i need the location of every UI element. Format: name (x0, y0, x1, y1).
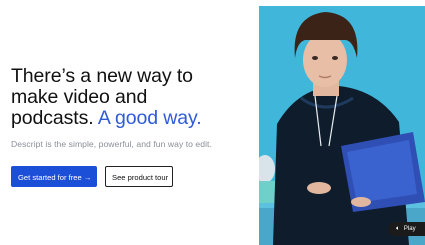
subheadline: Descript is the simple, powerful, and fu… (11, 139, 212, 149)
headline-line-1: There’s a new way to (11, 65, 193, 87)
play-label: Play (403, 226, 416, 232)
product-tour-button[interactable]: See product tour (105, 166, 173, 187)
cta-row: Get started for free → See product tour (11, 166, 173, 187)
headline-accent: A good way. (97, 107, 202, 129)
play-video-button[interactable]: 🔈︎ Play (388, 222, 425, 236)
hero-video[interactable] (259, 6, 425, 245)
headline-line-3: podcasts. (11, 107, 98, 129)
speaker-icon: 🔈︎ (396, 224, 400, 232)
get-started-button[interactable]: Get started for free → (11, 166, 97, 187)
video-frame-illustration (259, 6, 425, 245)
hero-text: There’s a new way to make video and podc… (11, 66, 251, 150)
headline-line-2: make video and (11, 86, 148, 108)
headline: There’s a new way to make video and podc… (11, 66, 251, 129)
